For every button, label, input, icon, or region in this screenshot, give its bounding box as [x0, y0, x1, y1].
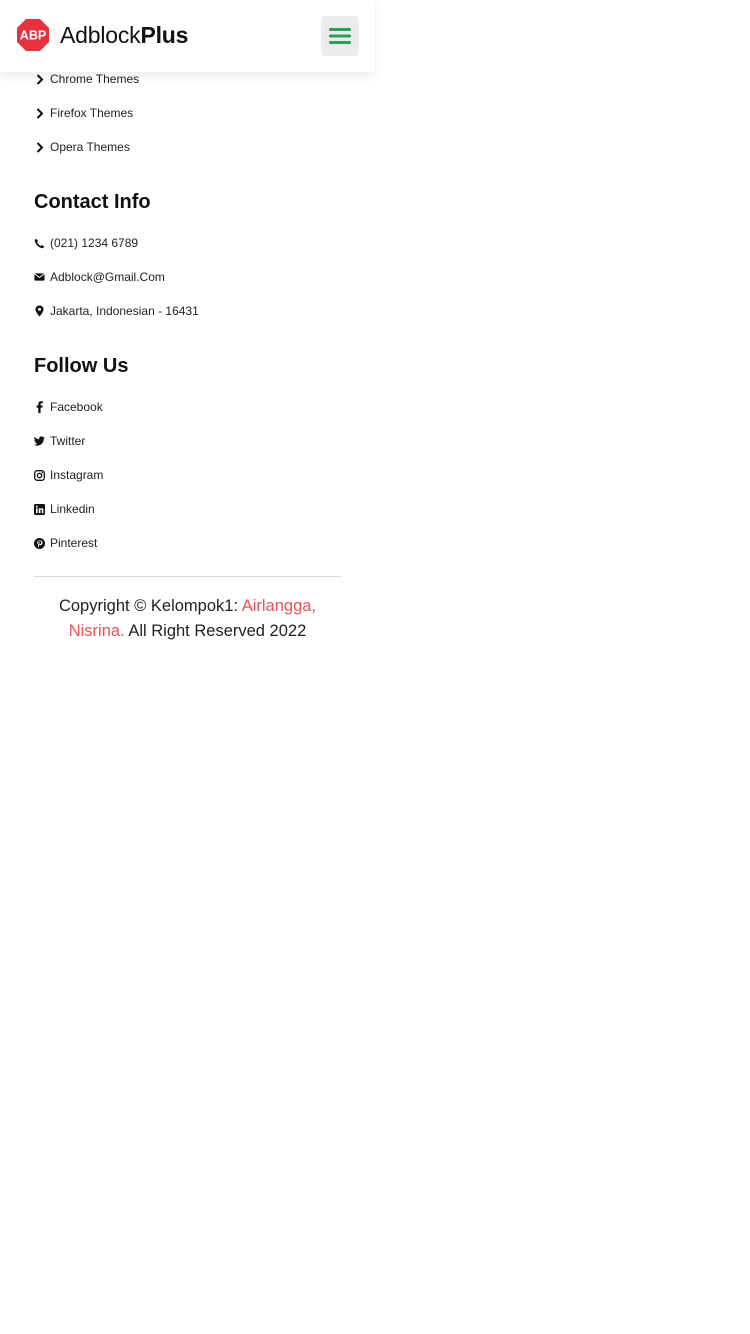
logo-wordmark: AdblockPlus	[60, 22, 188, 49]
footer-link-firefox-themes[interactable]: Firefox Themes	[34, 106, 133, 120]
abp-logo-icon: ABP	[17, 19, 49, 51]
social-link-twitter[interactable]: Twitter	[34, 434, 85, 448]
footer-link-label: Firefox Themes	[50, 106, 134, 120]
footer-divider	[34, 576, 341, 577]
twitter-icon	[34, 436, 45, 447]
social-link-label: Facebook	[50, 400, 103, 414]
chevron-right-icon	[34, 107, 45, 119]
hamburger-menu-button[interactable]	[321, 16, 359, 56]
page: Chrome Themes Firefox Themes Opera Theme…	[0, 0, 375, 1334]
chevron-right-icon	[34, 141, 45, 153]
contact-info-heading: Contact Info	[34, 191, 151, 213]
logo-wordmark-bold: Plus	[140, 21, 189, 48]
social-link-instagram[interactable]: Instagram	[34, 468, 103, 482]
hamburger-menu-icon	[329, 28, 351, 44]
social-link-linkedin[interactable]: Linkedin	[34, 502, 95, 516]
footer-link-label: Chrome Themes	[50, 72, 140, 86]
contact-email-text: Adblock@Gmail.Com	[50, 270, 165, 284]
pinterest-icon	[34, 537, 45, 549]
logo-wordmark-regular: Adblock	[60, 21, 141, 48]
copyright-prefix: Copyright © Kelompok1:	[58, 597, 242, 615]
footer-link-label: Opera Themes	[50, 140, 130, 154]
social-link-facebook[interactable]: Facebook	[34, 400, 103, 414]
social-link-label: Twitter	[50, 434, 86, 448]
social-link-label: Linkedin	[50, 502, 95, 516]
site-header: ABP AdblockPlus	[0, 0, 375, 72]
linkedin-icon	[34, 503, 45, 515]
footer-link-chrome-themes[interactable]: Chrome Themes	[34, 72, 139, 86]
copyright-suffix: All Right Reserved 2022	[124, 622, 307, 640]
instagram-icon	[34, 469, 45, 481]
map-marker-icon	[34, 305, 45, 317]
footer-link-opera-themes[interactable]: Opera Themes	[34, 140, 130, 154]
site-logo[interactable]: ABP AdblockPlus	[16, 18, 188, 52]
contact-phone[interactable]: (021) 1234 6789	[34, 236, 138, 250]
chevron-right-icon	[34, 73, 45, 85]
social-link-label: Instagram	[50, 468, 104, 482]
logo-badge-text: ABP	[20, 29, 46, 43]
contact-phone-text: (021) 1234 6789	[50, 236, 139, 250]
facebook-icon	[34, 401, 45, 413]
contact-address-text: Jakarta, Indonesian - 16431	[50, 304, 199, 318]
envelope-icon	[34, 272, 45, 283]
social-link-label: Pinterest	[50, 536, 98, 550]
contact-address: Jakarta, Indonesian - 16431	[34, 304, 199, 318]
social-link-pinterest[interactable]: Pinterest	[34, 536, 97, 550]
copyright-text: Copyright © Kelompok1: Airlangga, Nisrin…	[34, 594, 341, 644]
phone-icon	[34, 238, 45, 249]
follow-us-heading: Follow Us	[34, 355, 129, 377]
contact-email[interactable]: Adblock@Gmail.Com	[34, 270, 165, 284]
